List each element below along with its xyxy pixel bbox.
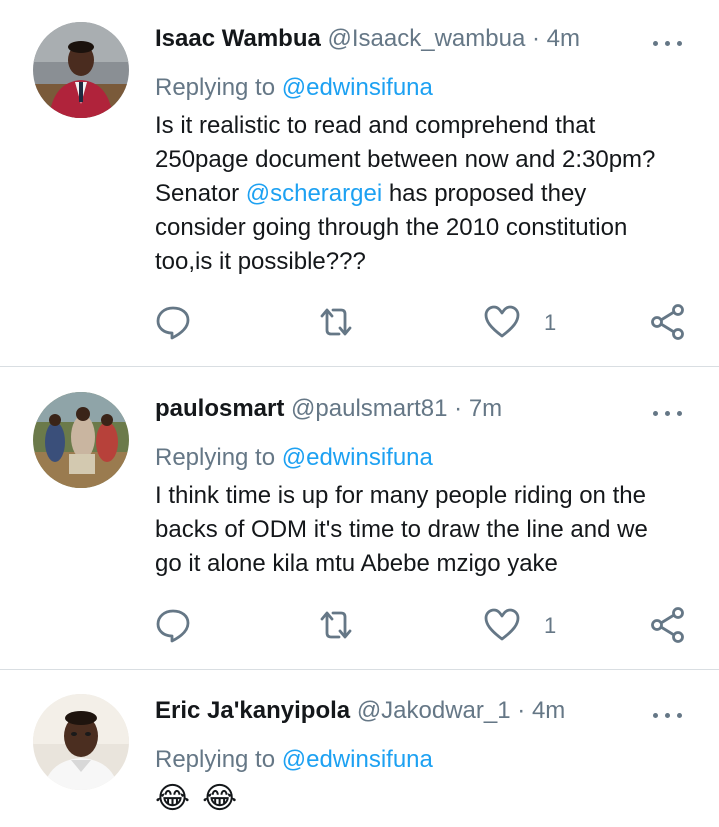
display-name[interactable]: Isaac Wambua [155, 25, 321, 52]
user-handle[interactable]: @Isaack_wambua [328, 25, 526, 52]
separator-dot: · [531, 25, 540, 52]
tweet[interactable]: Isaac Wambua @Isaack_wambua · 4m Replyin… [0, 0, 719, 366]
share-icon[interactable] [648, 302, 688, 342]
like-icon[interactable] [482, 605, 522, 645]
replying-to: Replying to @edwinsifuna [155, 443, 433, 473]
retweet-icon[interactable] [316, 302, 356, 342]
display-name[interactable]: paulosmart [155, 395, 284, 422]
tweet-header: paulosmart @paulsmart81 · 7m [155, 394, 502, 424]
tweet-header: Eric Ja'kanyipola @Jakodwar_1 · 4m [155, 696, 565, 726]
replying-to-handle[interactable]: @edwinsifuna [282, 74, 433, 101]
tweet-text-fragment: Senator [155, 180, 246, 207]
tweet-text: I think time is up for many people ridin… [155, 479, 700, 581]
tweet-text-line: I think time is up for many people ridin… [155, 482, 646, 509]
replying-to-label: Replying to [155, 746, 276, 773]
user-handle[interactable]: @paulsmart81 [291, 395, 447, 422]
replying-to-label: Replying to [155, 74, 276, 101]
timestamp[interactable]: 7m [469, 395, 502, 422]
retweet-icon[interactable] [316, 605, 356, 645]
tweet-text: 😂 😂 [155, 779, 249, 819]
tweet-text-line: consider going through the 2010 constitu… [155, 214, 628, 241]
tears-of-joy-emoji: 😂 [155, 781, 191, 816]
tweet-header: Isaac Wambua @Isaack_wambua · 4m [155, 24, 580, 54]
avatar[interactable] [33, 694, 129, 790]
like-count: 1 [544, 310, 557, 335]
share-icon[interactable] [648, 605, 688, 645]
more-icon[interactable] [651, 708, 685, 722]
display-name[interactable]: Eric Ja'kanyipola [155, 697, 350, 724]
tweet-text-line: Is it realistic to read and comprehend t… [155, 112, 596, 139]
tweet[interactable]: paulosmart @paulsmart81 · 7m Replying to… [0, 367, 719, 669]
tears-of-joy-emoji: 😂 [202, 781, 238, 816]
tweet-text-line: too,is it possible??? [155, 248, 366, 275]
tweet-text-fragment: has proposed they [382, 180, 587, 207]
replying-to-label: Replying to [155, 444, 276, 471]
avatar[interactable] [33, 392, 129, 488]
replying-to: Replying to @edwinsifuna [155, 73, 433, 103]
tweet-text-line: Senator @scherargei has proposed they [155, 177, 700, 211]
tweet-text-line: backs of ODM it's time to draw the line … [155, 516, 648, 543]
tweet-text-line: 250page document between now and 2:30pm? [155, 146, 656, 173]
timestamp[interactable]: 4m [547, 25, 580, 52]
separator-dot: · [454, 395, 463, 422]
more-icon[interactable] [651, 36, 685, 50]
timestamp[interactable]: 4m [532, 697, 565, 724]
replying-to-handle[interactable]: @edwinsifuna [282, 444, 433, 471]
replying-to: Replying to @edwinsifuna [155, 745, 433, 775]
avatar[interactable] [33, 22, 129, 118]
tweet[interactable]: Eric Ja'kanyipola @Jakodwar_1 · 4m Reply… [0, 670, 719, 827]
like-count: 1 [544, 613, 557, 638]
tweet-text-line: go it alone kila mtu Abebe mzigo yake [155, 550, 558, 577]
reply-icon[interactable] [153, 302, 193, 342]
replying-to-handle[interactable]: @edwinsifuna [282, 746, 433, 773]
user-handle[interactable]: @Jakodwar_1 [357, 697, 511, 724]
separator-dot: · [517, 697, 526, 724]
reply-icon[interactable] [153, 605, 193, 645]
tweet-text: Is it realistic to read and comprehend t… [155, 109, 700, 279]
like-icon[interactable] [482, 302, 522, 342]
more-icon[interactable] [651, 406, 685, 420]
mention-link[interactable]: @scherargei [246, 180, 382, 207]
